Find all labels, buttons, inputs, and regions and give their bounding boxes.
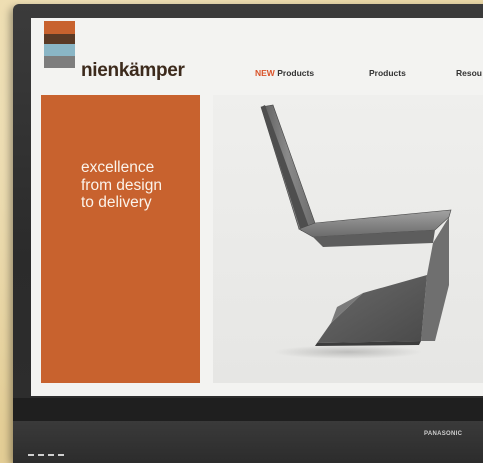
tv-brand-label: PANASONIC: [424, 431, 463, 437]
logo-block-brown: [44, 34, 75, 44]
tagline-panel: excellence from design to delivery: [41, 95, 200, 383]
tagline: excellence from design to delivery: [81, 159, 162, 212]
indicator-light: [38, 454, 44, 456]
tv-screen: nienkämper NEW Products Products Resou e…: [31, 18, 483, 396]
indicator-light: [58, 454, 64, 456]
chair-image: [260, 104, 452, 346]
screen-bottom-strip: [31, 383, 483, 396]
tv-indicator-lights: [28, 454, 64, 456]
nav-item-label: Products: [369, 68, 406, 78]
logo-color-blocks: [44, 21, 75, 68]
indicator-light: [28, 454, 34, 456]
tv-lower-band: [13, 398, 483, 421]
nav-item-new-products[interactable]: NEW Products: [255, 68, 314, 78]
nav-item-products[interactable]: Products: [369, 68, 406, 78]
logo-block-blue: [44, 44, 75, 56]
tv-bottom-frame: [13, 421, 483, 463]
indicator-light: [48, 454, 54, 456]
tagline-line: to delivery: [81, 194, 152, 211]
nav-item-label: Resou: [456, 68, 482, 78]
logo-block-gray: [44, 56, 75, 68]
nav-item-label: Products: [277, 68, 315, 78]
logo-block-orange: [44, 21, 75, 34]
site-logo[interactable]: nienkämper: [81, 60, 185, 82]
nav-new-label: NEW: [255, 68, 275, 78]
tagline-line: excellence: [81, 159, 155, 176]
tagline-line: from design: [81, 176, 162, 194]
hero-image[interactable]: [213, 95, 483, 383]
nav-item-resources[interactable]: Resou: [456, 68, 482, 78]
